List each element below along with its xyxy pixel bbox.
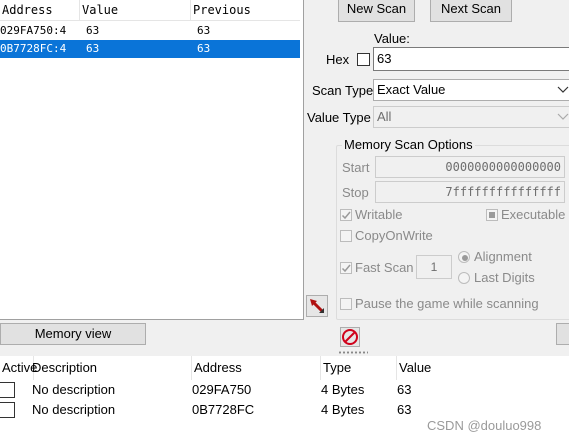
executable-checkbox[interactable] — [486, 209, 498, 221]
value-input[interactable]: 63 — [373, 47, 569, 71]
fast-scan-label: Fast Scan — [355, 260, 414, 275]
scan-type-value: Exact Value — [377, 82, 446, 97]
stop-label: Stop — [342, 185, 369, 200]
value-type-label: Value Type — [307, 110, 371, 125]
no-entry-icon — [342, 329, 358, 345]
pause-game-label: Pause the game while scanning — [355, 296, 539, 311]
scan-type-label: Scan Type — [312, 83, 374, 98]
table-row[interactable]: No description 029FA750 4 Bytes 63 — [0, 380, 569, 400]
pause-game-checkbox[interactable] — [340, 298, 352, 310]
row-description: No description — [32, 382, 116, 397]
stop-scan-button[interactable] — [340, 327, 360, 347]
executable-label: Executable — [501, 207, 566, 222]
found-previous: 63 — [197, 24, 211, 37]
pointer-scan-button[interactable] — [306, 295, 328, 317]
checkmark-icon — [341, 264, 351, 273]
checkmark-icon — [341, 211, 351, 220]
column-header-value[interactable]: Value — [397, 356, 569, 380]
found-value: 63 — [86, 24, 100, 37]
add-address-button[interactable] — [556, 323, 569, 345]
next-scan-button[interactable]: Next Scan — [430, 0, 512, 22]
new-scan-button[interactable]: New Scan — [338, 0, 415, 22]
writable-checkbox[interactable] — [340, 209, 352, 221]
active-checkbox[interactable] — [0, 382, 15, 398]
active-checkbox[interactable] — [0, 402, 15, 418]
found-list[interactable]: Address Value Previous 029FA750:4 63 63 … — [0, 0, 304, 320]
hex-label: Hex — [326, 52, 350, 67]
found-row-selected[interactable]: 0B7728FC:4 63 63 — [0, 40, 300, 58]
stop-address-input[interactable]: 7fffffffffffffff — [375, 181, 565, 203]
alignment-label: Alignment — [474, 249, 532, 264]
start-address-input[interactable]: 0000000000000000 — [375, 156, 565, 178]
watermark: CSDN @douluo998 — [427, 418, 542, 433]
column-header-active[interactable]: Active — [0, 356, 37, 380]
found-address: 029FA750:4 — [0, 24, 67, 37]
column-header-value[interactable]: Value — [80, 0, 191, 20]
chevron-down-icon — [557, 86, 569, 93]
column-header-address[interactable]: Address — [192, 356, 321, 380]
start-label: Start — [342, 160, 370, 175]
found-address: 0B7728FC:4 — [0, 42, 67, 55]
column-header-previous[interactable]: Previous — [191, 0, 300, 20]
column-header-type[interactable]: Type — [321, 356, 397, 380]
alignment-radio[interactable] — [458, 251, 470, 263]
writable-label: Writable — [355, 207, 403, 222]
hex-checkbox[interactable] — [357, 53, 370, 66]
row-value: 63 — [397, 382, 412, 397]
row-description: No description — [32, 402, 116, 417]
found-previous: 63 — [197, 42, 211, 55]
value-label: Value: — [374, 31, 410, 46]
value-type-value: All — [377, 109, 392, 124]
copyonwrite-label: CopyOnWrite — [355, 228, 433, 243]
fast-scan-input[interactable]: 1 — [416, 255, 452, 279]
last-digits-label: Last Digits — [474, 270, 535, 285]
table-row[interactable]: No description 0B7728FC 4 Bytes 63 — [0, 400, 569, 420]
found-row[interactable]: 029FA750:4 63 63 — [0, 22, 300, 40]
found-list-header: Address Value Previous — [0, 0, 300, 21]
column-header-address[interactable]: Address — [0, 0, 80, 20]
chevron-down-icon — [557, 113, 569, 120]
row-address: 0B7728FC — [192, 402, 255, 417]
memory-view-button[interactable]: Memory view — [0, 323, 146, 345]
found-value: 63 — [86, 42, 100, 55]
pointer-arrow-icon — [310, 299, 324, 313]
row-value: 63 — [397, 402, 412, 417]
splitter-handle[interactable] — [338, 351, 368, 354]
scan-type-select[interactable]: Exact Value — [373, 79, 569, 101]
indeterminate-mark — [489, 212, 495, 218]
last-digits-radio[interactable] — [458, 272, 470, 284]
radio-dot — [462, 255, 468, 261]
copyonwrite-checkbox[interactable] — [340, 230, 352, 242]
memory-scan-options-title: Memory Scan Options — [342, 137, 475, 152]
row-address: 029FA750 — [192, 382, 252, 397]
fast-scan-checkbox[interactable] — [340, 262, 352, 274]
row-type: 4 Bytes — [321, 402, 365, 417]
column-header-description[interactable]: Description — [30, 356, 192, 380]
value-type-select[interactable]: All — [373, 106, 569, 128]
row-type: 4 Bytes — [321, 382, 365, 397]
